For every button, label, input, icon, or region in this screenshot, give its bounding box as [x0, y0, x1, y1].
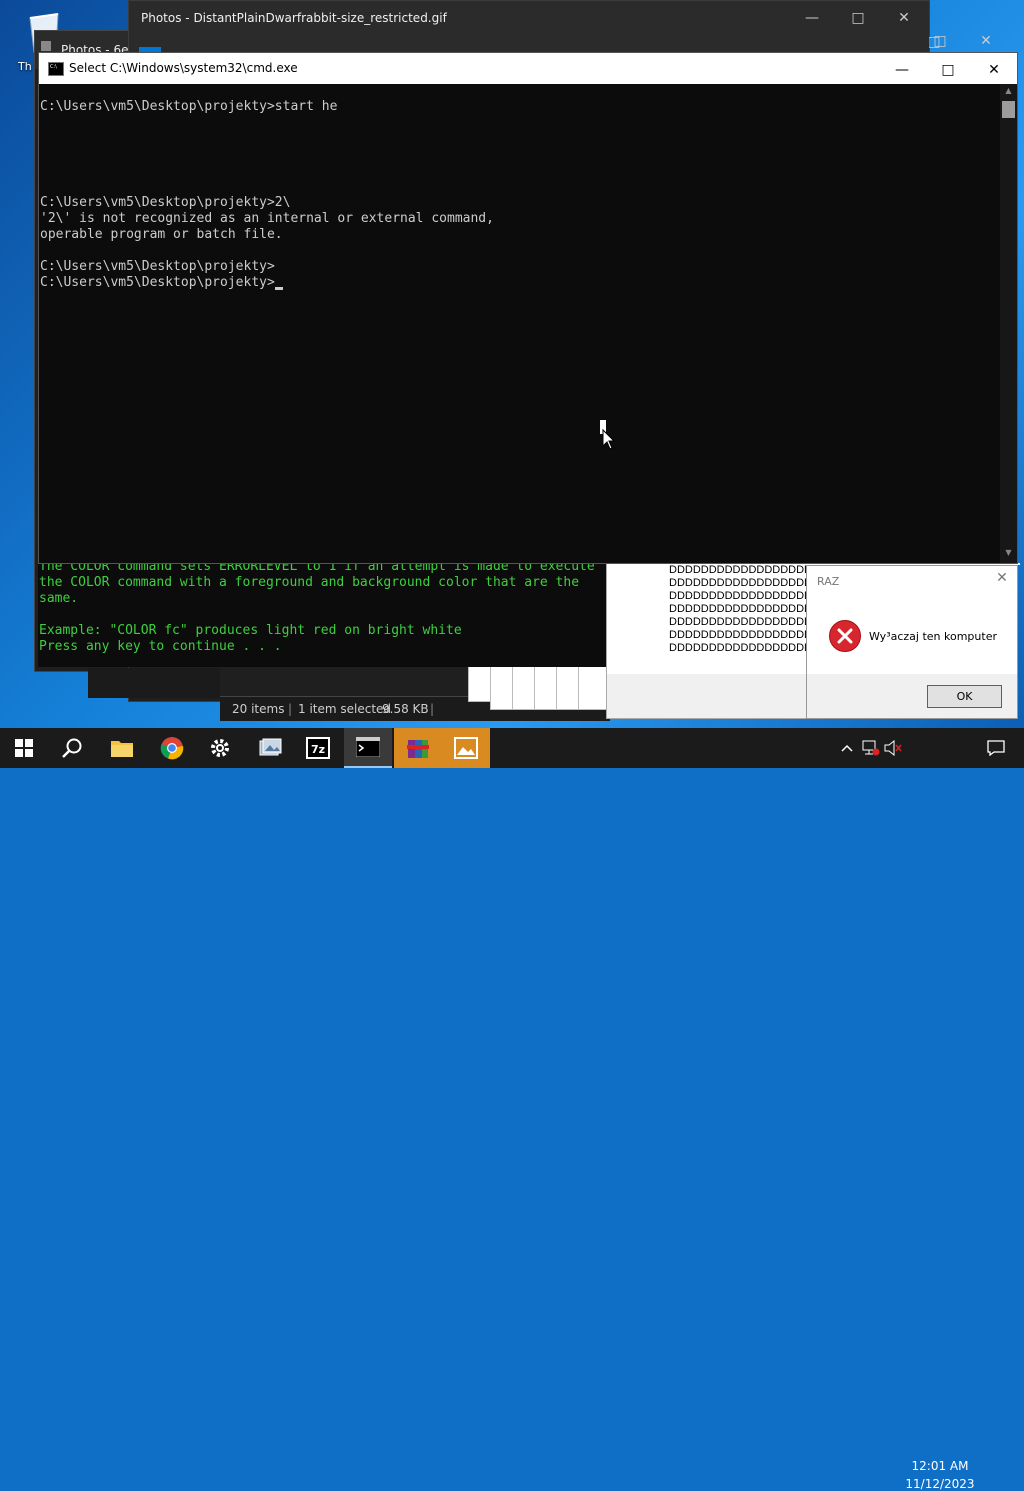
scroll-thumb[interactable]: [1002, 101, 1015, 118]
photos-taskbar-button[interactable]: [442, 728, 490, 768]
7zip-button[interactable]: 7z: [294, 728, 342, 768]
cmd-maximize-button[interactable]: □: [925, 53, 971, 87]
photos-maximize-button[interactable]: □: [835, 1, 881, 35]
speaker-muted-icon: [884, 740, 902, 756]
photos-viewer-button[interactable]: [246, 728, 294, 768]
network-button[interactable]: [860, 728, 882, 768]
winrar-button[interactable]: [394, 728, 442, 768]
cmd-window[interactable]: Select C:\Windows\system32\cmd.exe — □ ✕…: [38, 52, 1018, 564]
cmd-app-icon: [48, 62, 64, 76]
taskbar: 7z 12:01 AM 11/12/2023: [0, 728, 1024, 1491]
cmd-minimize-button[interactable]: —: [879, 53, 925, 87]
archive-books-icon: [407, 740, 429, 758]
status-divider: |: [288, 702, 293, 716]
raz-error-dialog[interactable]: RAZ ✕ Wy³aczaj ten komputer OK: [806, 565, 1018, 719]
network-icon: [862, 740, 880, 756]
terminal-icon: [356, 737, 380, 757]
clock-date[interactable]: 11/12/2023: [900, 1477, 980, 1491]
recycle-bin-label[interactable]: Th: [18, 60, 32, 73]
color-console-output: The COLOR command sets ERRORLEVEL to 1 i…: [39, 559, 595, 654]
status-size: 9.58 KB: [382, 702, 429, 716]
clock-time[interactable]: 12:01 AM: [900, 1459, 980, 1473]
cmd-output[interactable]: C:\Users\vm5\Desktop\projekty>start he C…: [40, 99, 1000, 559]
7zip-icon: 7z: [306, 737, 330, 759]
photos-gif-title: Photos - DistantPlainDwarfrabbit-size_re…: [141, 11, 447, 25]
show-hidden-icons-button[interactable]: [836, 728, 858, 768]
raz-message: Wy³aczaj ten komputer: [869, 630, 997, 643]
cmd-scrollbar[interactable]: [1000, 84, 1017, 563]
settings-button[interactable]: [196, 728, 244, 768]
cmd-title: Select C:\Windows\system32\cmd.exe: [69, 61, 298, 75]
chrome-icon: [160, 737, 184, 760]
svg-text:7z: 7z: [311, 743, 325, 756]
text-cursor: [274, 287, 283, 290]
search-button[interactable]: [48, 728, 96, 768]
status-divider: |: [430, 702, 435, 716]
raz-close-button[interactable]: ✕: [993, 570, 1011, 588]
photos-app-icon: [41, 41, 51, 51]
mouse-pointer-icon: [600, 420, 616, 453]
ddd-message-window[interactable]: DDDDDDDDDDDDDDDDDDDDDDDDDDDDDD DDDDDDDDD…: [606, 563, 908, 719]
explorer-window-edge: [88, 668, 220, 698]
file-explorer-button[interactable]: [98, 728, 146, 768]
start-button[interactable]: [0, 728, 48, 768]
folder-icon: [111, 741, 133, 757]
chevron-up-icon: [841, 744, 853, 752]
raz-dialog-title: RAZ: [817, 575, 840, 588]
scroll-down-arrow-icon[interactable]: ▼: [1000, 548, 1017, 560]
photos-icon: [454, 737, 478, 759]
color-console-window[interactable]: The COLOR command sets ERRORLEVEL to 1 i…: [38, 555, 608, 667]
error-icon: [829, 620, 861, 652]
chrome-button[interactable]: [148, 728, 196, 768]
windows-logo-icon: [15, 739, 33, 757]
ok-button[interactable]: OK: [927, 685, 1002, 708]
picture-viewer-icon: [259, 738, 282, 756]
search-icon: [62, 738, 82, 758]
cmd-close-button[interactable]: ✕: [971, 53, 1017, 87]
cmd-output-text: C:\Users\vm5\Desktop\projekty>start he C…: [40, 99, 494, 290]
action-center-button[interactable]: [976, 728, 1016, 768]
volume-button[interactable]: [882, 728, 904, 768]
gear-icon: [211, 739, 229, 757]
cmd-taskbar-button[interactable]: [344, 728, 392, 768]
notification-icon: [987, 740, 1005, 756]
ddd-text: DDDDDDDDDDDDDDDDDDDDDDDDDDDDDD DDDDDDDDD…: [669, 564, 908, 654]
ddd-content: DDDDDDDDDDDDDDDDDDDDDDDDDDDDDD DDDDDDDDD…: [607, 564, 908, 674]
status-item-count: 20 items: [232, 702, 285, 716]
scroll-up-arrow-icon[interactable]: ▲: [1000, 86, 1017, 98]
photos-minimize-button[interactable]: —: [789, 1, 835, 35]
status-selected: 1 item selected: [298, 702, 392, 716]
